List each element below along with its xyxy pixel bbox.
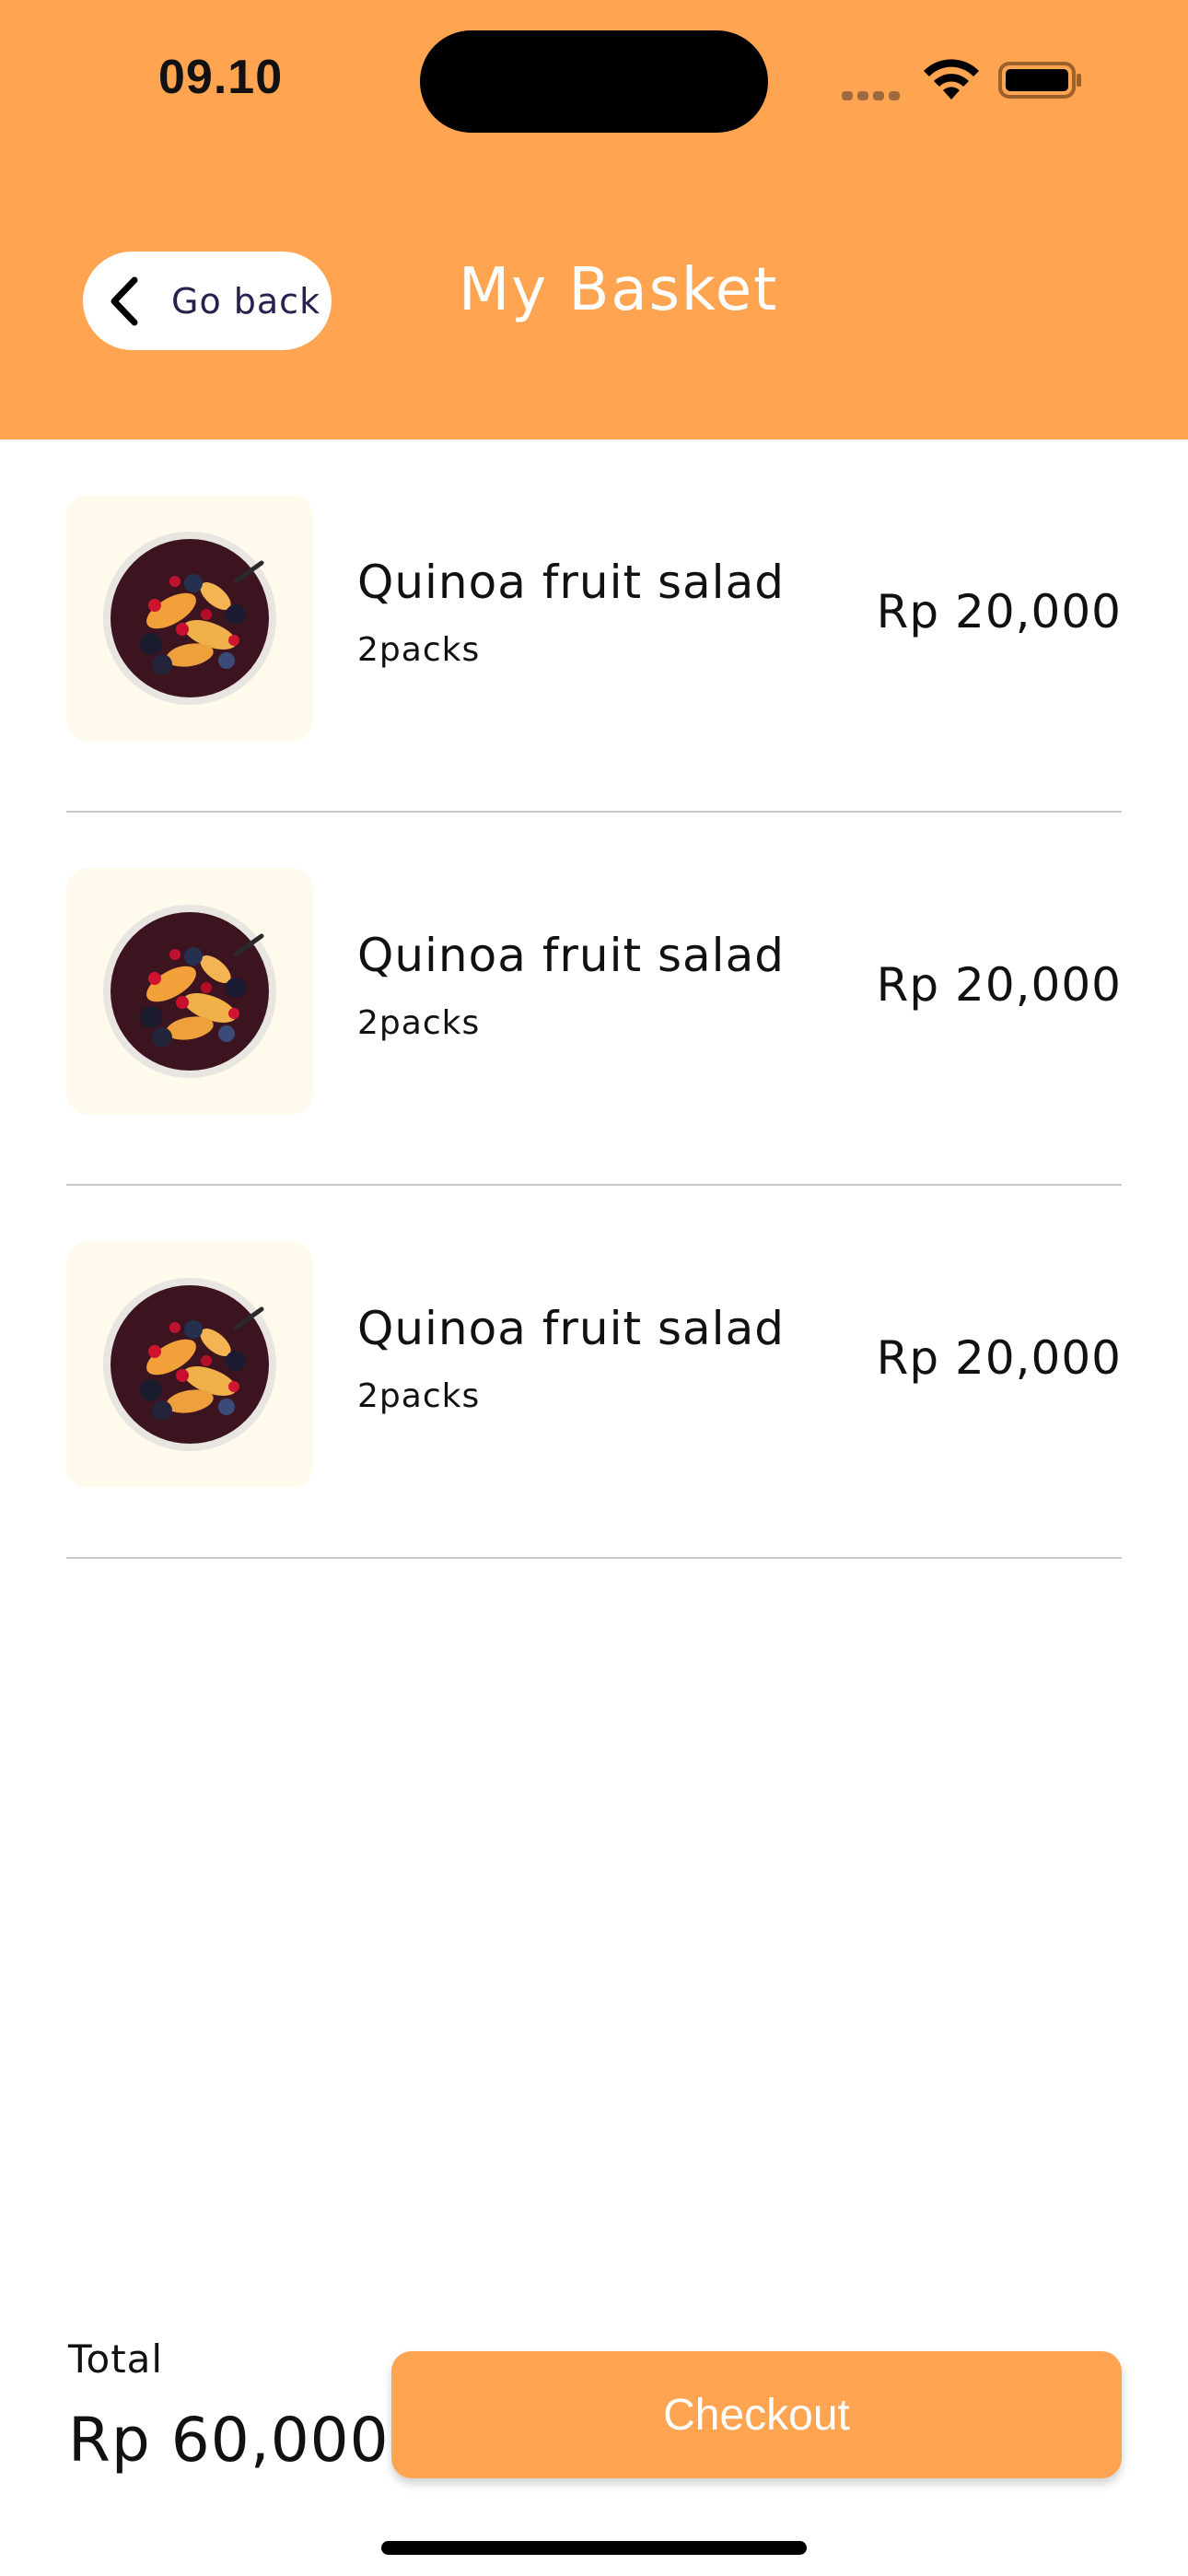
- fruit-salad-bowl-image: [103, 1278, 276, 1451]
- home-indicator[interactable]: [381, 2541, 807, 2555]
- dynamic-island: [420, 30, 768, 133]
- wifi-icon: [924, 59, 979, 100]
- header: 09.10 Go back My Basket: [0, 0, 1188, 439]
- status-time: 09.10: [158, 51, 284, 104]
- go-back-label: Go back: [171, 280, 321, 322]
- item-price: Rp 20,000: [876, 1331, 1122, 1385]
- item-price: Rp 20,000: [876, 958, 1122, 1012]
- battery-icon: [998, 62, 1081, 99]
- item-thumbnail: [66, 868, 313, 1115]
- item-quantity: 2packs: [357, 631, 481, 669]
- basket-item[interactable]: Quinoa fruit salad 2packs Rp 20,000: [66, 439, 1122, 813]
- total-label: Total: [68, 2336, 164, 2382]
- item-name: Quinoa fruit salad: [357, 1302, 785, 1355]
- fruit-salad-bowl-image: [103, 532, 276, 705]
- basket-screen: 09.10 Go back My Basket Quinoa fruit sal…: [0, 0, 1188, 2576]
- item-thumbnail: [66, 495, 313, 742]
- checkout-button[interactable]: Checkout: [391, 2351, 1122, 2478]
- cellular-signal-icon: [842, 87, 904, 104]
- go-back-button[interactable]: Go back: [83, 252, 332, 350]
- item-quantity: 2packs: [357, 1004, 481, 1042]
- item-name: Quinoa fruit salad: [357, 556, 785, 609]
- item-name: Quinoa fruit salad: [357, 929, 785, 982]
- checkout-label: Checkout: [663, 2390, 850, 2440]
- total-value: Rp 60,000: [68, 2405, 390, 2476]
- fruit-salad-bowl-image: [103, 905, 276, 1078]
- basket-list: Quinoa fruit salad 2packs Rp 20,000 Quin…: [66, 439, 1122, 1559]
- item-price: Rp 20,000: [876, 585, 1122, 638]
- basket-item[interactable]: Quinoa fruit salad 2packs Rp 20,000: [66, 1186, 1122, 1559]
- chevron-left-icon: [111, 276, 138, 325]
- item-thumbnail: [66, 1241, 313, 1488]
- page-title: My Basket: [459, 256, 779, 324]
- item-quantity: 2packs: [357, 1377, 481, 1415]
- basket-item[interactable]: Quinoa fruit salad 2packs Rp 20,000: [66, 813, 1122, 1186]
